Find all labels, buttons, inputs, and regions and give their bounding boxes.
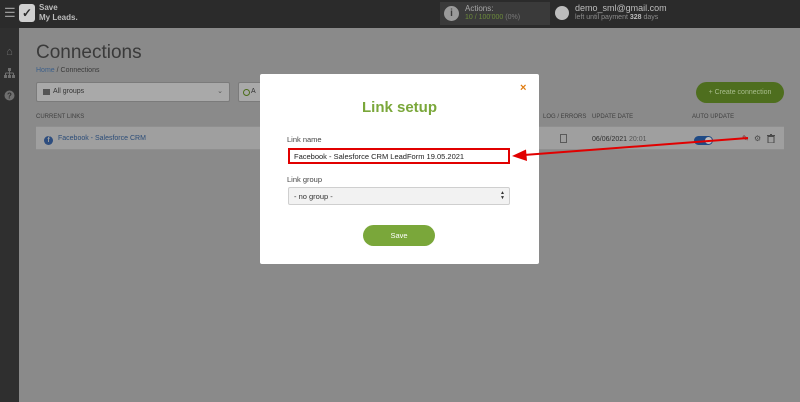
user-email[interactable]: demo_sml@gmail.com — [575, 3, 667, 13]
col-current-links: CURRENT LINKS — [36, 114, 85, 120]
page-title: Connections — [36, 42, 142, 63]
group-filter-select[interactable]: All groups ⌄ — [36, 82, 230, 102]
payment-prefix: left until payment — [575, 14, 628, 21]
play-icon — [243, 89, 250, 96]
payment-suffix: days — [643, 14, 659, 21]
update-date-value: 06/06/2021 — [592, 136, 628, 143]
link-group-value: - no group - — [294, 192, 333, 201]
gear-icon[interactable]: ⚙ — [754, 134, 761, 143]
select-arrows-icon: ▲ ▼ — [500, 190, 505, 201]
payment-days: 328 — [629, 14, 642, 21]
update-date: 06/06/2021 20:01 — [592, 136, 647, 143]
sitemap-icon[interactable] — [3, 68, 16, 81]
col-update-date: UPDATE DATE — [592, 114, 634, 120]
actions-percent: (0%) — [505, 14, 521, 21]
close-icon[interactable]: × — [520, 82, 526, 94]
logo-line-1: Save — [39, 3, 58, 12]
log-document-icon[interactable] — [560, 134, 567, 143]
link-name-input[interactable] — [288, 148, 510, 164]
breadcrumb: Home / Connections — [36, 67, 99, 74]
actions-label: Actions: — [465, 4, 494, 13]
breadcrumb-home[interactable]: Home — [36, 67, 55, 74]
chevron-down-icon: ⌄ — [217, 88, 223, 95]
logo-text: Save My Leads. — [39, 3, 78, 23]
link-setup-dialog: × Link setup Link name Link group - no g… — [260, 74, 539, 264]
dialog-title: Link setup — [361, 99, 437, 116]
actions-count-value: 10 / 100'000 — [465, 14, 504, 21]
help-icon[interactable]: ? — [3, 90, 16, 103]
link-group-select[interactable]: - no group - ▲ ▼ — [288, 187, 510, 205]
facebook-icon: f — [44, 136, 53, 145]
payment-status: left until payment 328 days — [575, 14, 658, 21]
trash-icon[interactable] — [767, 134, 775, 145]
home-icon[interactable]: ⌂ — [3, 46, 16, 59]
col-log-errors: LOG / ERRORS — [543, 114, 587, 120]
col-auto-update: AUTO UPDATE — [692, 114, 735, 120]
edit-pencil-icon[interactable]: ✎ — [742, 134, 749, 143]
create-connection-button[interactable]: + Create connection — [696, 82, 784, 103]
info-icon: i — [444, 6, 459, 21]
top-bar: ☰ ✓ Save My Leads. i Actions: 10 / 100'0… — [0, 0, 800, 28]
update-time-value: 20:01 — [629, 136, 647, 143]
auto-update-toggle[interactable] — [694, 136, 713, 145]
run-filter-label: A — [251, 88, 256, 95]
hamburger-icon[interactable]: ☰ — [4, 6, 16, 20]
link-group-label: Link group — [287, 175, 323, 184]
svg-text:?: ? — [7, 91, 12, 100]
user-avatar-icon[interactable] — [555, 6, 569, 20]
logo-line-2: My Leads. — [39, 13, 78, 22]
connection-name[interactable]: Facebook - Salesforce CRM — [58, 135, 146, 142]
breadcrumb-current: Connections — [60, 67, 100, 74]
actions-counter: i Actions: 10 / 100'000 (0%) — [440, 2, 550, 25]
folder-icon — [43, 89, 50, 95]
sidebar: ⌂ ? — [0, 28, 19, 402]
actions-count: 10 / 100'000 (0%) — [465, 14, 520, 21]
group-filter-value: All groups — [53, 88, 85, 95]
run-filter-button[interactable]: A — [238, 82, 262, 102]
logo-check-icon: ✓ — [19, 4, 35, 22]
breadcrumb-separator: / — [56, 67, 59, 74]
save-button[interactable]: Save — [363, 225, 435, 246]
link-name-label: Link name — [287, 135, 322, 144]
